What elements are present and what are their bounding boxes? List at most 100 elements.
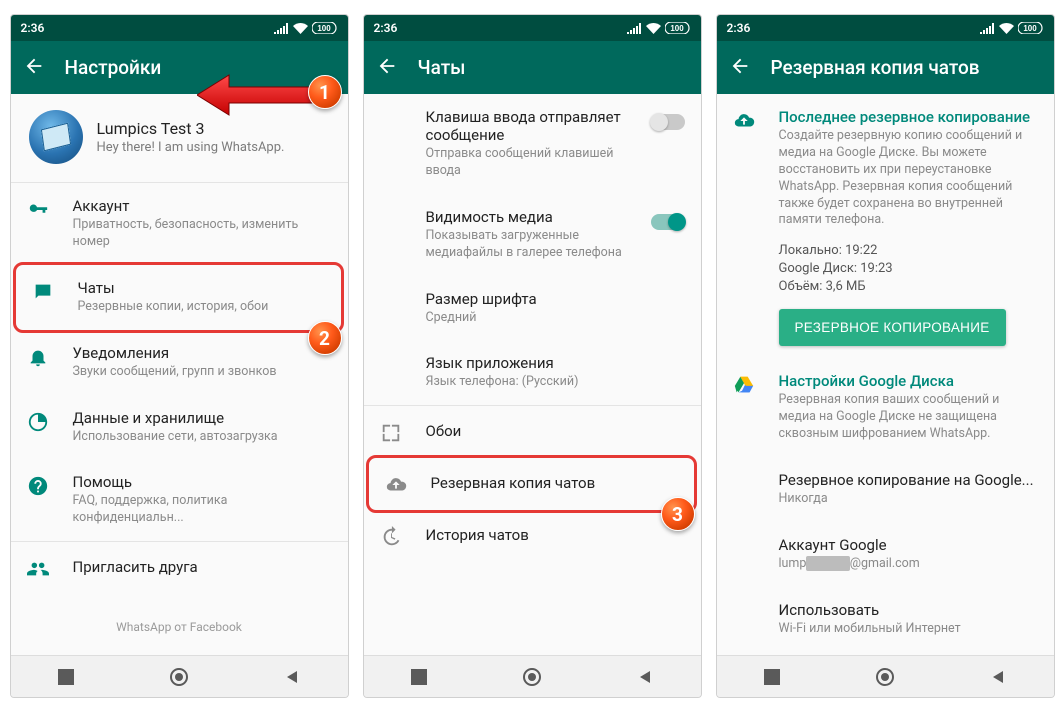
account-title: Аккаунт Google — [779, 536, 1038, 554]
signal-icon — [274, 23, 289, 34]
battery-icon: 100 — [1018, 22, 1044, 34]
settings-notif-sub: Звуки сообщений, групп и звонков — [73, 364, 332, 381]
wallpaper-icon — [380, 422, 402, 444]
chats-enter-send[interactable]: Клавиша ввода отправляет сообщение Отпра… — [364, 94, 701, 194]
last-backup-text: Создайте резервную копию сообщений и мед… — [779, 128, 1038, 229]
nav-back-icon[interactable] — [284, 669, 300, 685]
gdrive-section: Настройки Google Диска Резервная копия в… — [717, 352, 1054, 457]
system-nav — [364, 655, 701, 697]
nav-back-icon[interactable] — [990, 669, 1006, 685]
status-right: 100 — [627, 22, 691, 34]
network-sub: Wi-Fi или мобильный Интернет — [779, 621, 1038, 638]
wallpaper-label: Обои — [426, 420, 685, 440]
settings-notifications[interactable]: Уведомления Звуки сообщений, групп и зво… — [11, 330, 348, 395]
gdrive-text: Резервная копия ваших сообщений и медиа … — [779, 392, 1038, 443]
page-title: Настройки — [65, 56, 162, 79]
backup-content: Последнее резервное копирование Создайте… — [717, 94, 1054, 655]
backup-info: Локально: 19:22 Google Диск: 19:23 Объём… — [717, 243, 1054, 352]
backup-network[interactable]: Использовать Wi-Fi или мобильный Интерне… — [717, 587, 1054, 652]
font-sub: Средний — [426, 310, 685, 327]
network-title: Использовать — [779, 601, 1038, 619]
backup-gdrive-time: Google Диск: 19:23 — [779, 261, 1040, 276]
chats-app-language[interactable]: Язык приложения Язык телефона: (Русский) — [364, 340, 701, 405]
highlight-backup: Резервная копия чатов — [366, 455, 697, 513]
gdrive-icon — [733, 374, 755, 396]
nav-home-icon[interactable] — [522, 667, 542, 687]
step-badge-2: 2 — [308, 321, 342, 355]
system-nav — [11, 655, 348, 697]
status-bar: 2:36 100 — [717, 15, 1054, 41]
chats-wallpaper[interactable]: Обои — [364, 406, 701, 458]
svg-text:100: 100 — [670, 24, 684, 33]
status-bar: 2:36 100 — [11, 15, 348, 41]
page-title: Резервная копия чатов — [771, 56, 980, 79]
toggle-enter-send[interactable] — [651, 114, 685, 130]
settings-account-title: Аккаунт — [73, 197, 332, 215]
profile-status: Hey there! I am using WhatsApp. — [97, 140, 285, 155]
phone-chats: 2:36 100 Чаты Клавиша ввода отправляет с… — [363, 14, 702, 698]
cloud-icon — [733, 110, 755, 132]
chats-media-visibility[interactable]: Видимость медиа Показывать загруженные м… — [364, 194, 701, 276]
toggle-media-visibility[interactable] — [651, 214, 685, 230]
app-bar: Чаты — [364, 41, 701, 94]
highlight-chats: Чаты Резервные копии, история, обои — [13, 262, 344, 333]
nav-back-icon[interactable] — [637, 669, 653, 685]
settings-invite-title: Пригласить друга — [73, 556, 332, 576]
battery-icon: 100 — [312, 22, 338, 34]
backup-size: Объём: 3,6 МБ — [779, 279, 1040, 294]
status-bar: 2:36 100 — [364, 15, 701, 41]
data-icon — [27, 411, 49, 433]
chats-history[interactable]: История чатов — [364, 510, 701, 562]
settings-help[interactable]: Помощь FAQ, поддержка, политика конфиден… — [11, 459, 348, 541]
lang-sub: Язык телефона: (Русский) — [426, 374, 685, 391]
app-bar: Резервная копия чатов — [717, 41, 1054, 94]
settings-account-sub: Приватность, безопасность, изменить номе… — [73, 217, 332, 251]
nav-recent-icon[interactable] — [58, 669, 74, 685]
backup-button[interactable]: РЕЗЕРВНОЕ КОПИРОВАНИЕ — [779, 309, 1006, 346]
backup-freq-sub: Никогда — [779, 491, 1038, 508]
settings-chats-title: Чаты — [78, 279, 325, 297]
settings-chats[interactable]: Чаты Резервные копии, история, обои — [16, 265, 341, 330]
history-label: История чатов — [426, 524, 685, 544]
key-icon — [27, 199, 49, 221]
lang-title: Язык приложения — [426, 354, 685, 372]
phone-backup: 2:36 100 Резервная копия чатов Последнее… — [716, 14, 1055, 698]
phone-settings: 2:36 100 Настройки 1 Lumpics Test 3 Hey … — [10, 14, 349, 698]
backup-account[interactable]: Аккаунт Google lumpxxxxxxx@gmail.com — [717, 522, 1054, 587]
last-backup-section: Последнее резервное копирование Создайте… — [717, 94, 1054, 243]
settings-invite[interactable]: Пригласить друга — [11, 542, 348, 594]
nav-recent-icon[interactable] — [411, 669, 427, 685]
status-right: 100 — [274, 22, 338, 34]
nav-home-icon[interactable] — [875, 667, 895, 687]
settings-chats-sub: Резервные копии, история, обои — [78, 299, 325, 316]
back-icon[interactable] — [729, 55, 751, 81]
settings-help-sub: FAQ, поддержка, политика конфиденциальн.… — [73, 493, 332, 527]
settings-data-sub: Использование сети, автозагрузка — [73, 429, 332, 446]
back-icon[interactable] — [376, 55, 398, 81]
enter-sub: Отправка сообщений клавишей ввода — [426, 146, 627, 180]
settings-help-title: Помощь — [73, 473, 332, 491]
people-icon — [27, 558, 49, 580]
nav-home-icon[interactable] — [169, 667, 189, 687]
backup-local: Локально: 19:22 — [779, 243, 1040, 258]
wifi-icon — [999, 23, 1014, 34]
settings-data[interactable]: Данные и хранилище Использование сети, а… — [11, 395, 348, 460]
signal-icon — [980, 23, 995, 34]
status-time: 2:36 — [374, 21, 398, 35]
backup-frequency[interactable]: Резервное копирование на Google... Никог… — [717, 457, 1054, 522]
spacer-icon — [380, 210, 402, 232]
nav-recent-icon[interactable] — [764, 669, 780, 685]
backup-freq-title: Резервное копирование на Google... — [779, 471, 1038, 489]
status-right: 100 — [980, 22, 1044, 34]
status-time: 2:36 — [21, 21, 45, 35]
chats-font-size[interactable]: Размер шрифта Средний — [364, 276, 701, 341]
chats-content: Клавиша ввода отправляет сообщение Отпра… — [364, 94, 701, 655]
back-icon[interactable] — [23, 55, 45, 81]
settings-account[interactable]: Аккаунт Приватность, безопасность, измен… — [11, 183, 348, 265]
wifi-icon — [646, 23, 661, 34]
signal-icon — [627, 23, 642, 34]
system-nav — [717, 655, 1054, 697]
chat-icon — [32, 281, 54, 303]
profile-name: Lumpics Test 3 — [97, 119, 285, 138]
chats-backup[interactable]: Резервная копия чатов — [369, 458, 694, 510]
